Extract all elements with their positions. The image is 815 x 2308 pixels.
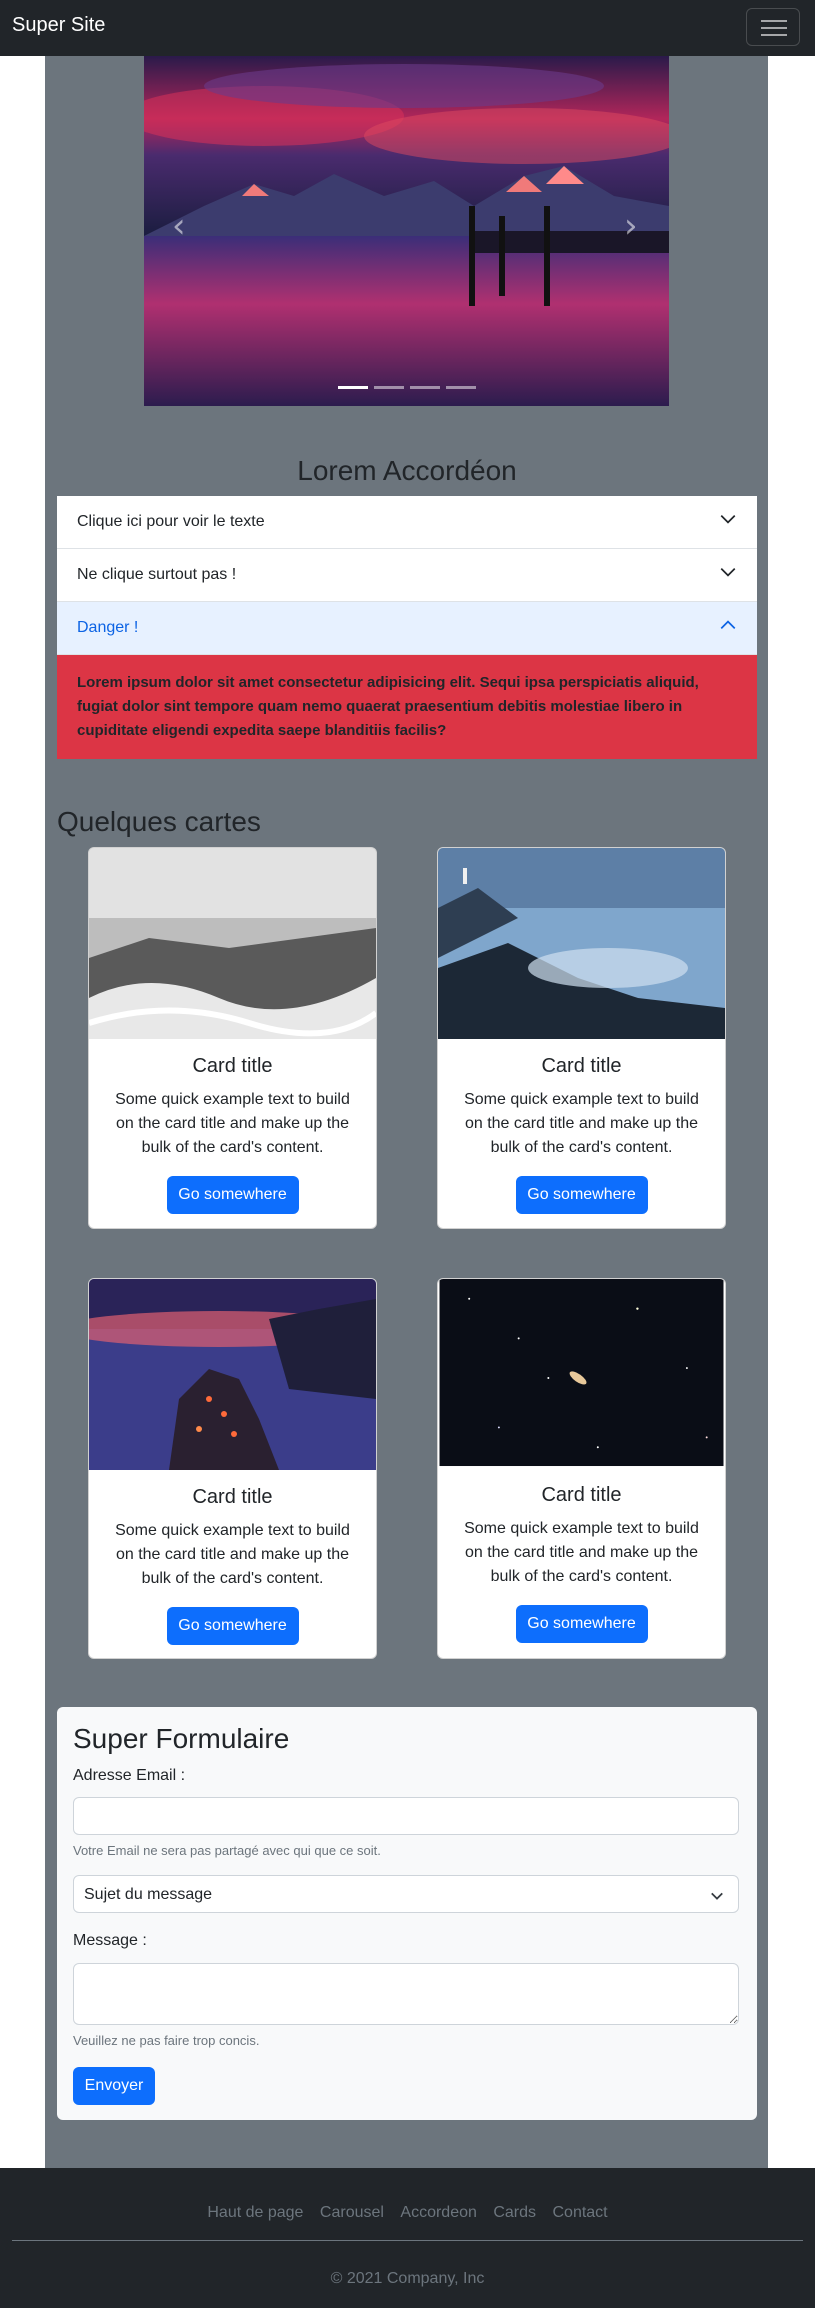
carousel-indicator[interactable] — [373, 386, 404, 389]
chevron-up-icon — [720, 620, 736, 629]
form-title: Super Formulaire — [73, 1723, 290, 1754]
card-image — [438, 848, 725, 1039]
card: Card title Some quick example text to bu… — [437, 1278, 726, 1659]
accordion-item-label: Ne clique surtout pas ! — [77, 566, 237, 583]
go-somewhere-button[interactable]: Go somewhere — [166, 1176, 299, 1214]
chevron-down-icon — [720, 515, 736, 524]
footer-link-contact[interactable]: Contact — [552, 2204, 607, 2221]
footer-link-cards[interactable]: Cards — [493, 2204, 536, 2221]
cards-section-title: Quelques cartes — [57, 806, 261, 837]
chevron-right-icon[interactable]: › — [624, 206, 638, 246]
card-title: Card title — [541, 1055, 622, 1077]
card-image — [439, 1279, 724, 1467]
accordion-item-1[interactable]: Clique ici pour voir le texte — [57, 496, 757, 549]
footer-link-carousel[interactable]: Carousel — [320, 2204, 384, 2221]
footer-nav: Haut de page Carousel Accordeon Cards Co… — [0, 2204, 815, 2222]
carousel-indicators — [144, 376, 669, 394]
email-field[interactable] — [73, 1797, 739, 1835]
contact-form: Super Formulaire Adresse Email : Votre E… — [57, 1707, 757, 2120]
card-image — [89, 848, 376, 1039]
accordion-title: Lorem Accordéon — [297, 455, 517, 486]
hamburger-icon — [761, 20, 787, 22]
card: Card title Some quick example text to bu… — [437, 847, 726, 1229]
card-text: Some quick example text to build on the … — [464, 1091, 699, 1156]
accordion-body: Lorem ipsum dolor sit amet consectetur a… — [57, 655, 757, 759]
go-somewhere-button[interactable]: Go somewhere — [166, 1607, 299, 1645]
carousel-indicator[interactable] — [337, 386, 368, 389]
carousel: ‹ › — [144, 56, 669, 406]
accordion-item-label: Clique ici pour voir le texte — [77, 513, 265, 530]
submit-button[interactable]: Envoyer — [73, 2067, 155, 2105]
card-text: Some quick example text to build on the … — [464, 1520, 699, 1585]
card-title: Card title — [541, 1484, 622, 1506]
card-image — [89, 1279, 376, 1470]
email-help-text: Votre Email ne sera pas partagé avec qui… — [73, 1843, 381, 1858]
accordion-item-label: Danger ! — [77, 619, 139, 636]
card-text: Some quick example text to build on the … — [115, 1091, 350, 1156]
footer-link-accordeon[interactable]: Accordeon — [400, 2204, 477, 2221]
footer-link-haut-de-page[interactable]: Haut de page — [207, 2204, 303, 2221]
navbar-brand[interactable]: Super Site — [12, 14, 105, 37]
carousel-indicator[interactable] — [445, 386, 476, 389]
navbar: Super Site — [0, 0, 815, 56]
card: Card title Some quick example text to bu… — [88, 1278, 377, 1659]
carousel-indicator[interactable] — [409, 386, 440, 389]
carousel-slide-image — [144, 56, 669, 406]
card-title: Card title — [192, 1486, 273, 1508]
email-label: Adresse Email : — [73, 1767, 186, 1784]
chevron-down-icon — [720, 568, 736, 577]
accordion-item-2[interactable]: Ne clique surtout pas ! — [57, 549, 757, 602]
subject-select[interactable]: Sujet du message — [73, 1875, 739, 1913]
message-label: Message : — [73, 1932, 147, 1949]
footer-divider — [12, 2240, 803, 2241]
copyright: © 2021 Company, Inc — [330, 2270, 485, 2287]
subject-select-value: Sujet du message — [84, 1886, 213, 1903]
footer: Haut de page Carousel Accordeon Cards Co… — [0, 2168, 815, 2308]
message-help-text: Veuillez ne pas faire trop concis. — [73, 2033, 260, 2048]
card: Card title Some quick example text to bu… — [88, 847, 377, 1229]
card-title: Card title — [192, 1055, 273, 1077]
go-somewhere-button[interactable]: Go somewhere — [515, 1176, 648, 1214]
card-text: Some quick example text to build on the … — [115, 1522, 350, 1587]
chevron-down-icon — [711, 1892, 723, 1900]
navbar-toggler-button[interactable] — [746, 8, 800, 46]
go-somewhere-button[interactable]: Go somewhere — [515, 1605, 648, 1643]
chevron-left-icon[interactable]: ‹ — [172, 206, 186, 246]
message-field[interactable] — [73, 1963, 739, 2025]
accordion-item-3[interactable]: Danger ! — [57, 602, 757, 655]
